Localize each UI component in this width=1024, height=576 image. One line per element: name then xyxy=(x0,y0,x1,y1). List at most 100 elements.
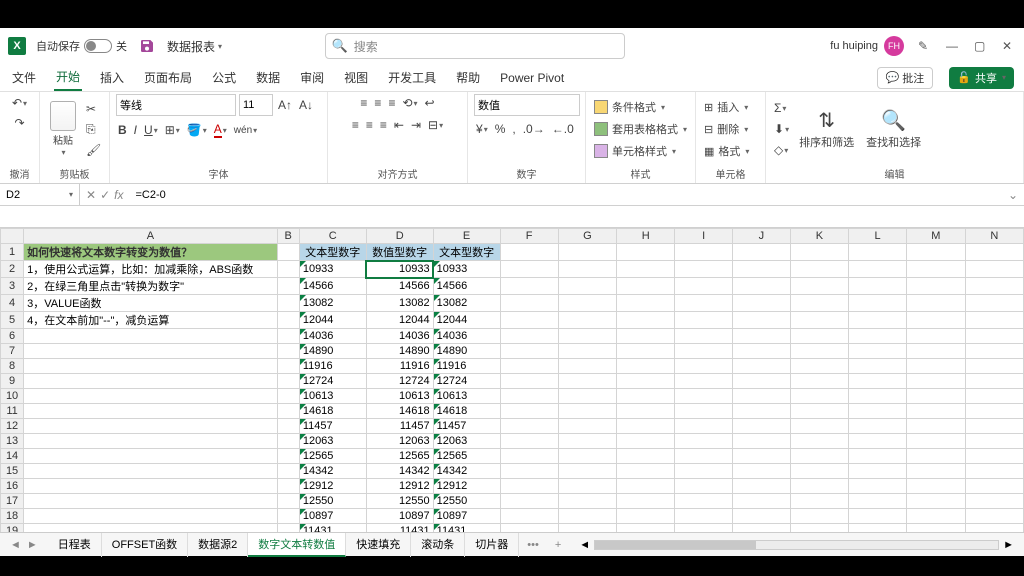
row-header-7[interactable]: 7 xyxy=(1,344,24,359)
cell-D13[interactable]: 12063 xyxy=(366,434,433,449)
cell-H2[interactable] xyxy=(617,261,675,278)
tab-data[interactable]: 数据 xyxy=(254,65,282,90)
cell-B17[interactable] xyxy=(277,494,299,509)
cell-D5[interactable]: 12044 xyxy=(366,312,433,329)
cell-G5[interactable] xyxy=(558,312,616,329)
cell-L3[interactable] xyxy=(849,278,907,295)
cell-E7[interactable]: 14890 xyxy=(433,344,500,359)
cell-J5[interactable] xyxy=(732,312,790,329)
cell-N1[interactable] xyxy=(965,244,1023,261)
cell-I16[interactable] xyxy=(675,479,732,494)
cell-G14[interactable] xyxy=(558,449,616,464)
col-header-F[interactable]: F xyxy=(500,229,558,244)
cell-B5[interactable] xyxy=(277,312,299,329)
cell-D19[interactable]: 11431 xyxy=(366,524,433,533)
cell-L2[interactable] xyxy=(849,261,907,278)
currency-button[interactable]: ¥▾ xyxy=(474,120,490,138)
cell-J13[interactable] xyxy=(732,434,790,449)
cell-N18[interactable] xyxy=(965,509,1023,524)
tab-powerpivot[interactable]: Power Pivot xyxy=(498,67,566,89)
cell-L14[interactable] xyxy=(849,449,907,464)
cell-B4[interactable] xyxy=(277,295,299,312)
cell-M3[interactable] xyxy=(907,278,966,295)
cell-J3[interactable] xyxy=(732,278,790,295)
col-header-I[interactable]: I xyxy=(675,229,732,244)
cell-K11[interactable] xyxy=(790,404,848,419)
cell-E16[interactable]: 12912 xyxy=(433,479,500,494)
cell-K12[interactable] xyxy=(790,419,848,434)
tab-formulas[interactable]: 公式 xyxy=(210,65,238,90)
cell-D18[interactable]: 10897 xyxy=(366,509,433,524)
bold-button[interactable]: B xyxy=(116,121,129,139)
sheet-prev-icon[interactable]: ◄ xyxy=(10,539,21,551)
cell-C1[interactable]: 文本型数字 xyxy=(299,244,366,261)
comments-button[interactable]: 💬 批注 xyxy=(877,67,934,89)
cell-M19[interactable] xyxy=(907,524,966,533)
cell-I17[interactable] xyxy=(675,494,732,509)
pencil-icon[interactable]: ✎ xyxy=(918,39,932,53)
save-icon[interactable] xyxy=(139,38,155,54)
cell-G12[interactable] xyxy=(558,419,616,434)
spreadsheet-grid[interactable]: ABCDEFGHIJKLMN1如何快速将文本数字转变为数值？文本型数字数值型数字… xyxy=(0,228,1024,532)
cell-M11[interactable] xyxy=(907,404,966,419)
cell-D7[interactable]: 14890 xyxy=(366,344,433,359)
cell-G6[interactable] xyxy=(558,329,616,344)
font-name-select[interactable] xyxy=(116,94,236,116)
cell-L18[interactable] xyxy=(849,509,907,524)
cell-L19[interactable] xyxy=(849,524,907,533)
cell-M8[interactable] xyxy=(907,359,966,374)
cell-F14[interactable] xyxy=(500,449,558,464)
cell-D6[interactable]: 14036 xyxy=(366,329,433,344)
increase-indent-button[interactable]: ⇥ xyxy=(409,116,423,134)
paste-button[interactable]: 粘贴▾ xyxy=(46,101,80,157)
cell-F11[interactable] xyxy=(500,404,558,419)
cell-A12[interactable] xyxy=(24,419,277,434)
close-icon[interactable]: ✕ xyxy=(1002,39,1016,53)
cell-I11[interactable] xyxy=(675,404,732,419)
horizontal-scrollbar[interactable] xyxy=(594,540,999,550)
cell-K19[interactable] xyxy=(790,524,848,533)
cell-L4[interactable] xyxy=(849,295,907,312)
add-sheet-button[interactable]: + xyxy=(547,539,569,551)
cell-L15[interactable] xyxy=(849,464,907,479)
cell-A11[interactable] xyxy=(24,404,277,419)
cell-A14[interactable] xyxy=(24,449,277,464)
tab-developer[interactable]: 开发工具 xyxy=(386,65,438,90)
cell-M5[interactable] xyxy=(907,312,966,329)
cell-J11[interactable] xyxy=(732,404,790,419)
cell-G16[interactable] xyxy=(558,479,616,494)
col-header-L[interactable]: L xyxy=(849,229,907,244)
cell-M6[interactable] xyxy=(907,329,966,344)
row-header-11[interactable]: 11 xyxy=(1,404,24,419)
confirm-formula-icon[interactable]: ✓ xyxy=(100,188,110,202)
cell-D2[interactable]: 10933 xyxy=(366,261,433,278)
cell-D1[interactable]: 数值型数字 xyxy=(366,244,433,261)
cell-F1[interactable] xyxy=(500,244,558,261)
cell-B8[interactable] xyxy=(277,359,299,374)
cell-K4[interactable] xyxy=(790,295,848,312)
cell-C3[interactable]: 14566 xyxy=(299,278,366,295)
row-header-12[interactable]: 12 xyxy=(1,419,24,434)
decrease-indent-button[interactable]: ⇤ xyxy=(392,116,406,134)
cell-D14[interactable]: 12565 xyxy=(366,449,433,464)
row-header-4[interactable]: 4 xyxy=(1,295,24,312)
cell-H4[interactable] xyxy=(617,295,675,312)
cell-J9[interactable] xyxy=(732,374,790,389)
cell-N13[interactable] xyxy=(965,434,1023,449)
cell-K15[interactable] xyxy=(790,464,848,479)
fill-button[interactable]: ⬇▾ xyxy=(772,120,791,138)
cell-L8[interactable] xyxy=(849,359,907,374)
undo-button[interactable]: ↶▾ xyxy=(10,94,29,112)
cell-N14[interactable] xyxy=(965,449,1023,464)
cell-L11[interactable] xyxy=(849,404,907,419)
cell-L9[interactable] xyxy=(849,374,907,389)
cell-G11[interactable] xyxy=(558,404,616,419)
cell-J14[interactable] xyxy=(732,449,790,464)
decrease-font-button[interactable]: A↓ xyxy=(297,96,315,114)
cell-C19[interactable]: 11431 xyxy=(299,524,366,533)
cell-L10[interactable] xyxy=(849,389,907,404)
cell-H19[interactable] xyxy=(617,524,675,533)
cell-J15[interactable] xyxy=(732,464,790,479)
cell-H17[interactable] xyxy=(617,494,675,509)
cell-F8[interactable] xyxy=(500,359,558,374)
